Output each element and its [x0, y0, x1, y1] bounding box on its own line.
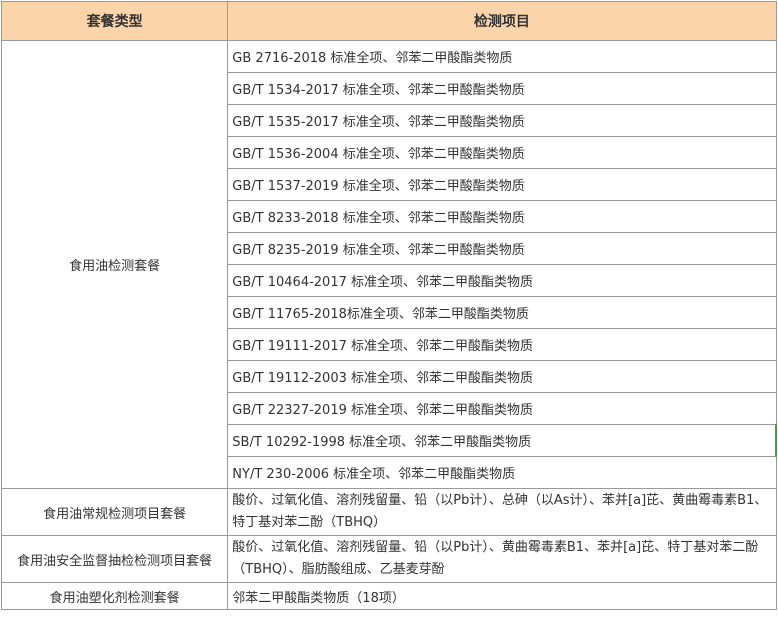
test-package-table: 套餐类型 检测项目 食用油检测套餐 GB 2716-2018 标准全项、邻苯二甲… — [0, 1, 778, 610]
test-item-cell: 邻苯二甲酸酯类物质（18项） — [227, 582, 777, 610]
package-type-cell: 食用油塑化剂检测套餐 — [0, 582, 229, 610]
test-item-cell: GB/T 1537-2019 标准全项、邻苯二甲酸酯类物质 — [227, 168, 777, 201]
package-type-cell: 食用油安全监督抽检检测项目套餐 — [0, 535, 229, 583]
header-test-items: 检测项目 — [227, 1, 777, 41]
test-item-cell: GB/T 10464-2017 标准全项、邻苯二甲酸酯类物质 — [227, 264, 777, 297]
table-header-row: 套餐类型 检测项目 — [0, 1, 777, 41]
test-item-cell: 酸价、过氧化值、溶剂残留量、铅（以Pb计）、黄曲霉毒素B1、苯并[a]芘、特丁基… — [227, 535, 777, 583]
test-item-cell: GB/T 1536-2004 标准全项、邻苯二甲酸酯类物质 — [227, 136, 777, 169]
package-type-cell: 食用油常规检测项目套餐 — [0, 488, 229, 536]
test-item-cell: GB/T 8235-2019 标准全项、邻苯二甲酸酯类物质 — [227, 232, 777, 265]
test-item-cell: GB/T 1535-2017 标准全项、邻苯二甲酸酯类物质 — [227, 104, 777, 137]
test-item-cell: GB 2716-2018 标准全项、邻苯二甲酸酯类物质 — [227, 40, 777, 73]
table-row: 食用油常规检测项目套餐 酸价、过氧化值、溶剂残留量、铅（以Pb计）、总砷（以As… — [0, 488, 777, 536]
test-item-cell: 酸价、过氧化值、溶剂残留量、铅（以Pb计）、总砷（以As计）、苯并[a]芘、黄曲… — [227, 488, 777, 536]
test-item-cell: GB/T 1534-2017 标准全项、邻苯二甲酸酯类物质 — [227, 72, 777, 105]
header-package-type: 套餐类型 — [0, 1, 229, 41]
package-type-cell: 食用油检测套餐 — [0, 40, 229, 489]
test-item-cell: GB/T 22327-2019 标准全项、邻苯二甲酸酯类物质 — [227, 392, 777, 425]
test-item-cell: GB/T 19112-2003 标准全项、邻苯二甲酸酯类物质 — [227, 360, 777, 393]
table-row: 食用油塑化剂检测套餐 邻苯二甲酸酯类物质（18项） — [0, 582, 777, 610]
table-row: 食用油检测套餐 GB 2716-2018 标准全项、邻苯二甲酸酯类物质 — [0, 40, 777, 489]
test-item-cell: GB/T 8233-2018 标准全项、邻苯二甲酸酯类物质 — [227, 200, 777, 233]
test-item-cell: SB/T 10292-1998 标准全项、邻苯二甲酸酯类物质 — [227, 424, 778, 457]
test-item-cell: NY/T 230-2006 标准全项、邻苯二甲酸酯类物质 — [227, 456, 777, 489]
test-item-cell: GB/T 19111-2017 标准全项、邻苯二甲酸酯类物质 — [227, 328, 777, 361]
test-item-cell: GB/T 11765-2018标准全项、邻苯二甲酸酯类物质 — [227, 296, 777, 329]
table-row: 食用油安全监督抽检检测项目套餐 酸价、过氧化值、溶剂残留量、铅（以Pb计）、黄曲… — [0, 535, 777, 583]
